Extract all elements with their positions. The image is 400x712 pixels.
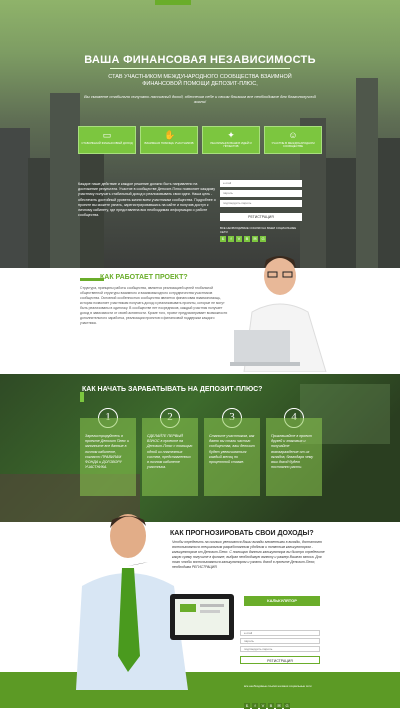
hero-note: Вы сможете стабильно получать пассивный … (84, 94, 316, 105)
step-card: Зарегистрируйтесь в проекте Депозит Плюс… (80, 418, 136, 496)
section-title: КАК НАЧАТЬ ЗАРАБАТЫВАТЬ НА ДЕПОЗИТ-ПЛЮС? (82, 386, 263, 393)
businessman-tablet-image (76, 514, 234, 690)
section-accent (80, 392, 84, 402)
facebook-icon[interactable]: f (252, 703, 258, 709)
people-icon: ☺ (288, 130, 298, 140)
feature-label: ВЗАИМНАЯ ПОМОЩЬ УЧАСТНИКОВ (144, 141, 194, 145)
register-form: e-mail пароль подтвердить пароль РЕГИСТР… (240, 630, 320, 664)
city-building (50, 93, 80, 268)
social-links-label: ВСЕ НЕОБХОДИМЫЕ ССЫЛКИ НА ВАШИ СОЦИАЛЬНЫ… (220, 226, 297, 234)
footer-links-label: все необходимые ссылки на ваши социальны… (244, 684, 312, 688)
confirm-password-field[interactable]: подтвердить пароль (240, 646, 320, 652)
step-card: Приглашайте в проект друзей и знакомых и… (266, 418, 322, 496)
google-icon[interactable]: G (260, 236, 266, 242)
email-field[interactable]: e-mail (240, 630, 320, 636)
facebook-icon[interactable]: f (228, 236, 234, 242)
title-underline (110, 68, 290, 69)
feature-card: ✋ ВЗАИМНАЯ ПОМОЩЬ УЧАСТНИКОВ (140, 126, 198, 154)
hands-icon: ✋ (164, 130, 176, 140)
vk-icon[interactable]: V (260, 703, 266, 709)
email-field[interactable]: e-mail (220, 180, 302, 187)
city-building (378, 138, 400, 268)
blog-icon[interactable]: Б (220, 236, 226, 242)
mail-icon[interactable]: ✉ (276, 703, 282, 709)
mail-icon[interactable]: ✉ (252, 236, 258, 242)
feature-label: СТАБИЛЬНЫЙ ФИНАНСОВЫЙ ДОХОД (81, 141, 133, 145)
b-icon[interactable]: B (244, 236, 250, 242)
city-building (28, 158, 50, 268)
google-icon[interactable]: G (284, 703, 290, 709)
hero-section (0, 0, 400, 268)
city-building (356, 78, 378, 268)
calculator-button[interactable]: КАЛЬКУЛЯТОР (244, 596, 320, 606)
wallet-icon: ▭ (102, 130, 112, 140)
earn-section (0, 374, 400, 522)
hero-description: Каждое наше действие и каждое решение до… (78, 182, 216, 218)
feature-label: УЧАСТИЕ В МЕЖДУНАРОДНОМ СООБЩЕСТВЕ (271, 141, 315, 149)
blog-icon[interactable]: Б (244, 703, 250, 709)
register-button[interactable]: РЕГИСТРАЦИЯ (220, 213, 302, 221)
city-building (326, 158, 356, 268)
top-accent (155, 0, 191, 5)
lightbulb-icon: ✦ (227, 130, 235, 140)
feature-label: РЕАЛИЗАЦИЯ ВАШИХ ИДЕЙ И ПРОЕКТОВ (210, 141, 252, 149)
register-form: e-mail пароль подтвердить пароль РЕГИСТР… (220, 180, 302, 221)
section-title: КАК РАБОТАЕТ ПРОЕКТ? (100, 274, 188, 281)
vk-icon[interactable]: V (236, 236, 242, 242)
password-field[interactable]: пароль (220, 190, 302, 197)
step-card: Станьте участником, как давно вы стали ч… (204, 418, 260, 496)
step-card: СДЕЛАЙТЕ ПЕРВЫЙ ВЗНОС в проекте на Депоз… (142, 418, 198, 496)
password-field[interactable]: пароль (240, 638, 320, 644)
b-icon[interactable]: B (268, 703, 274, 709)
section-text: Структура, принципы работы сообщества, я… (80, 286, 228, 325)
footer-social: Бf V B ✉ G (244, 694, 292, 712)
confirm-password-field[interactable]: подтвердить пароль (220, 200, 302, 207)
hero-subtitle: СТАВ УЧАСТНИКОМ МЕЖДУНАРОДНОГО СООБЩЕСТВ… (108, 74, 292, 88)
feature-card: ▭ СТАБИЛЬНЫЙ ФИНАНСОВЫЙ ДОХОД (78, 126, 136, 154)
feature-card: ☺ УЧАСТИЕ В МЕЖДУНАРОДНОМ СООБЩЕСТВЕ (264, 126, 322, 154)
city-building (0, 128, 30, 268)
register-button[interactable]: РЕГИСТРАЦИЯ (240, 656, 320, 664)
page-title: ВАША ФИНАНСОВАЯ НЕЗАВИСИМОСТЬ (84, 54, 316, 66)
businessman-laptop-image (230, 256, 327, 372)
feature-card: ✦ РЕАЛИЗАЦИЯ ВАШИХ ИДЕЙ И ПРОЕКТОВ (202, 126, 260, 154)
social-links: ВСЕ НЕОБХОДИМЫЕ ССЫЛКИ НА ВАШИ СОЦИАЛЬНЫ… (220, 226, 302, 242)
